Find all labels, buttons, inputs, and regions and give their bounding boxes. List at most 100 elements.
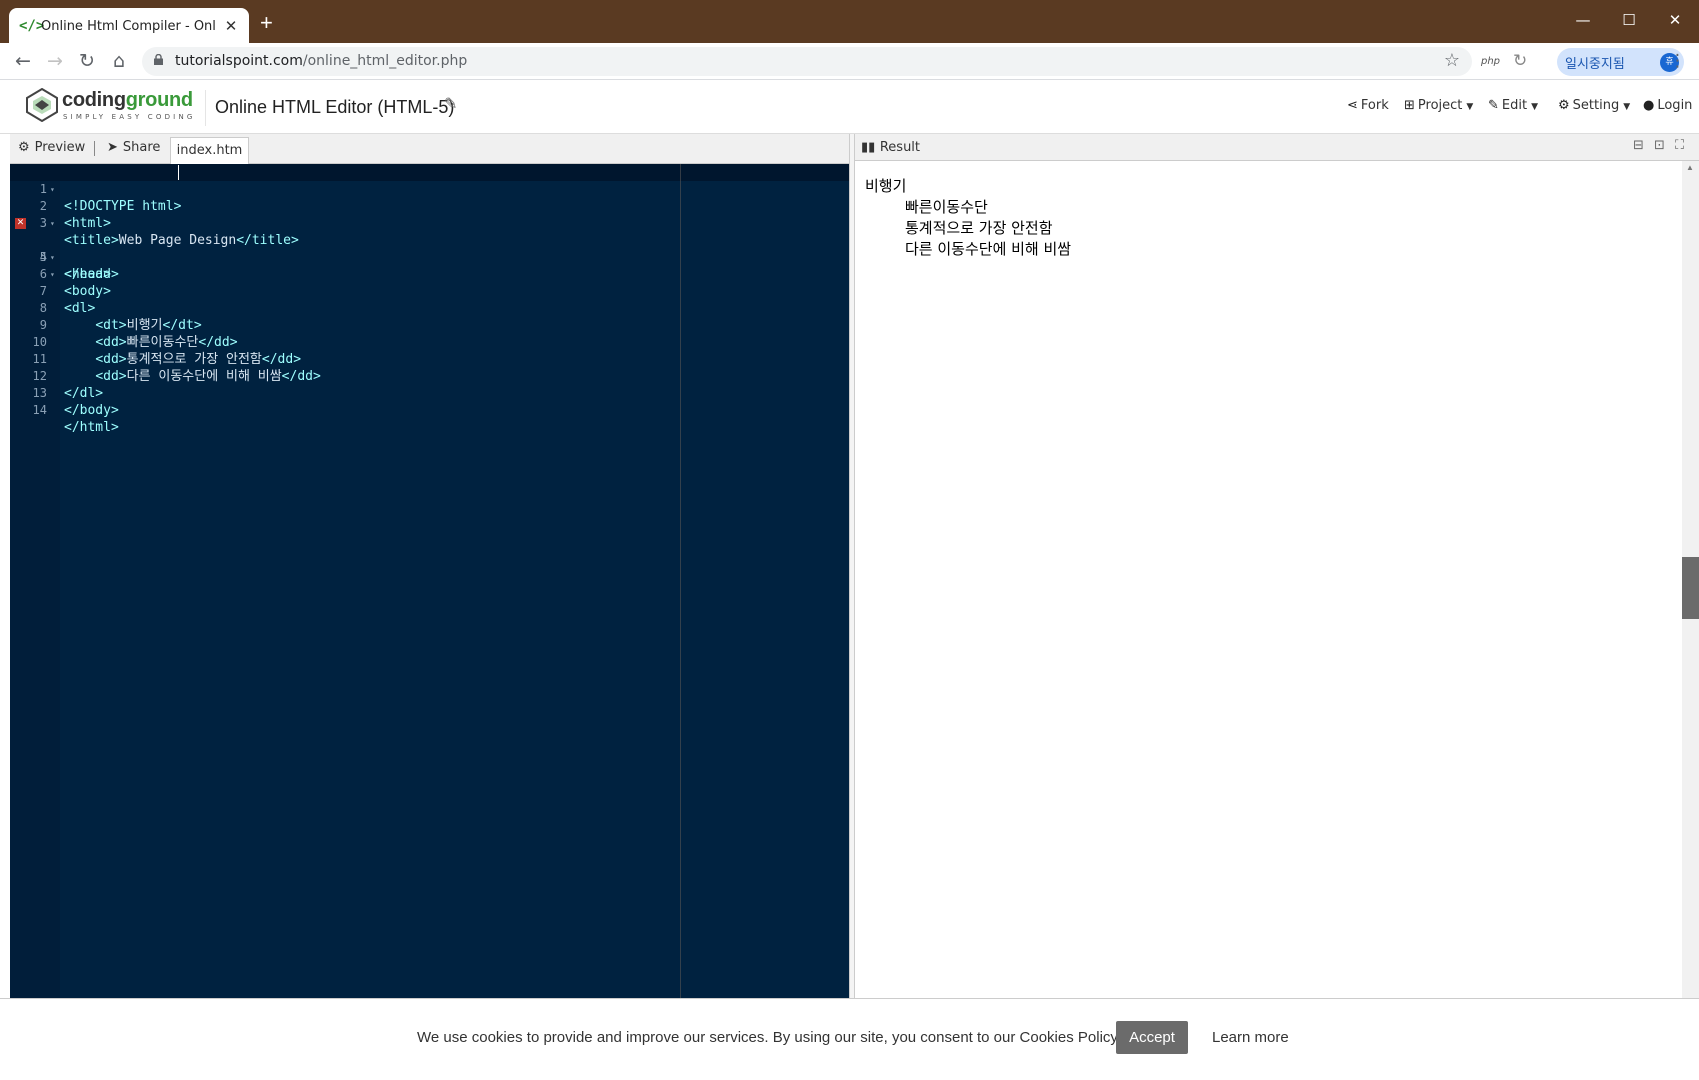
line-number: 14 bbox=[32, 403, 47, 417]
back-icon[interactable]: ← bbox=[10, 48, 36, 74]
login-button[interactable]: ● Login bbox=[1643, 98, 1692, 113]
extension-refresh-icon[interactable]: ↻ bbox=[1513, 51, 1527, 71]
url-path: /online_html_editor.php bbox=[302, 53, 468, 69]
chevron-down-icon: ▼ bbox=[1623, 102, 1631, 112]
forward-icon[interactable]: → bbox=[42, 48, 68, 74]
editor-toolbar: ⚙ Preview ➤ Share index.htm bbox=[10, 134, 850, 164]
code-line: 2 ▾ <html> bbox=[10, 181, 850, 231]
url-text: tutorialspoint.com/online_html_editor.ph… bbox=[175, 53, 467, 69]
profile-button[interactable]: 일시중지됨 휴 bbox=[1557, 48, 1684, 76]
result-output: 비행기 빠른이동수단 통계적으로 가장 안전함 다른 이동수단에 비해 비쌈 bbox=[865, 176, 1071, 260]
tab-close-icon[interactable]: ✕ bbox=[223, 17, 239, 35]
lock-icon bbox=[154, 54, 163, 65]
address-bar[interactable]: tutorialspoint.com/online_html_editor.ph… bbox=[142, 47, 1472, 76]
new-tab-button[interactable]: + bbox=[260, 12, 273, 34]
fullscreen-icon[interactable]: ⛶ bbox=[1675, 138, 1684, 153]
edit-title-icon[interactable]: ✎ bbox=[444, 94, 457, 113]
result-header: ▮▮ Result ⊟ ⊡ ⛶ bbox=[855, 134, 1699, 161]
home-icon[interactable]: ⌂ bbox=[106, 48, 132, 74]
chevron-down-icon: ▼ bbox=[1466, 102, 1474, 112]
browser-toolbar: ← → ↻ ⌂ tutorialspoint.com/online_html_e… bbox=[0, 43, 1699, 80]
code-text: </html> bbox=[64, 420, 119, 435]
profile-status: 일시중지됨 bbox=[1565, 57, 1625, 72]
text-cursor bbox=[178, 165, 179, 180]
code-line: 13 </body> bbox=[10, 368, 850, 418]
project-menu[interactable]: ⊞ Project ▼ bbox=[1404, 98, 1473, 113]
setting-menu[interactable]: ⚙ Setting ▼ bbox=[1558, 98, 1630, 113]
site-header: codingground SIMPLY EASY CODING Online H… bbox=[0, 80, 1699, 134]
php-extension-icon[interactable]: php bbox=[1481, 56, 1500, 67]
bar-chart-icon: ▮▮ bbox=[861, 140, 880, 155]
logo-tagline: SIMPLY EASY CODING bbox=[63, 113, 196, 121]
compress-icon[interactable]: ⊟ bbox=[1633, 138, 1644, 153]
gear-icon: ⚙ bbox=[1558, 98, 1570, 113]
share-icon: ➤ bbox=[107, 140, 118, 155]
sitemap-icon: ⊞ bbox=[1404, 98, 1415, 113]
bookmark-star-icon[interactable]: ☆ bbox=[1444, 50, 1460, 71]
editor-pane: ⚙ Preview ➤ Share index.htm 1 <!DOCTYPE ht… bbox=[10, 134, 850, 998]
code-line: ✕ 4 ▾ <head> bbox=[10, 215, 850, 282]
gears-icon: ⚙ bbox=[18, 140, 30, 155]
file-tab-index[interactable]: index.htm bbox=[170, 137, 249, 164]
code-line: 8 <dt>비행기</dt> bbox=[10, 283, 850, 333]
definition-term: 비행기 bbox=[865, 177, 907, 195]
code-line: 14 </html> bbox=[10, 385, 850, 435]
logo-text[interactable]: codingground bbox=[62, 89, 193, 112]
restore-icon[interactable]: ⊡ bbox=[1654, 138, 1665, 153]
fold-arrow-icon[interactable]: ▾ bbox=[50, 249, 55, 266]
code-text: </body> bbox=[64, 403, 119, 418]
minimize-icon[interactable]: — bbox=[1563, 6, 1603, 34]
fork-icon: ⋖ bbox=[1347, 98, 1358, 113]
code-line: 7 ▾ <dl> bbox=[10, 266, 850, 316]
accept-button[interactable]: Accept bbox=[1116, 1021, 1188, 1054]
fork-button[interactable]: ⋖ Fork bbox=[1347, 98, 1389, 113]
logo-prefix: coding bbox=[62, 89, 126, 111]
fold-arrow-icon[interactable]: ▾ bbox=[50, 266, 55, 283]
result-title: ▮▮ Result bbox=[861, 140, 920, 155]
scroll-up-icon[interactable]: ▲ bbox=[1686, 163, 1694, 172]
browser-title-bar: </> Online Html Compiler - Online H ✕ + … bbox=[0, 0, 1699, 44]
close-window-icon[interactable]: ✕ bbox=[1655, 6, 1695, 34]
code-line: 5 </head> bbox=[10, 232, 850, 282]
header-divider bbox=[205, 90, 206, 126]
maximize-icon[interactable]: ☐ bbox=[1609, 6, 1649, 34]
learn-more-link[interactable]: Learn more bbox=[1212, 1029, 1289, 1046]
tab-title: Online Html Compiler - Online H bbox=[41, 18, 217, 34]
code-line: 9 <dd>빠른이동수단</dd> bbox=[10, 300, 850, 350]
definition-desc: 통계적으로 가장 안전함 bbox=[905, 219, 1053, 237]
cookie-message: We use cookies to provide and improve ou… bbox=[417, 1029, 1121, 1046]
setting-label: Setting bbox=[1572, 98, 1620, 113]
result-scrollbar[interactable]: ▲ bbox=[1682, 161, 1699, 998]
edit-menu[interactable]: ✎ Edit ▼ bbox=[1488, 98, 1538, 113]
code-line: 10 <dd>통계적으로 가장 안전함</dd> bbox=[10, 317, 850, 367]
project-label: Project bbox=[1417, 98, 1463, 113]
preview-button[interactable]: ⚙ Preview bbox=[18, 140, 85, 155]
definition-desc: 빠른이동수단 bbox=[905, 198, 988, 216]
reload-icon[interactable]: ↻ bbox=[74, 48, 100, 74]
share-label: Share bbox=[122, 140, 161, 155]
code-line: 12 </dl> bbox=[10, 351, 850, 401]
preview-label: Preview bbox=[34, 140, 86, 155]
browser-tab[interactable]: </> Online Html Compiler - Online H ✕ bbox=[9, 8, 249, 44]
fold-arrow-icon[interactable]: ▾ bbox=[50, 181, 55, 198]
page-title: Online HTML Editor (HTML-5) bbox=[215, 97, 455, 117]
user-icon: ● bbox=[1643, 98, 1655, 113]
scrollbar-thumb[interactable] bbox=[1682, 557, 1699, 619]
code-line: 1 <!DOCTYPE html> bbox=[10, 164, 850, 214]
error-icon[interactable]: ✕ bbox=[15, 218, 26, 229]
toolbar-divider bbox=[94, 141, 95, 156]
share-button[interactable]: ➤ Share bbox=[107, 140, 160, 155]
cookie-banner: We use cookies to provide and improve ou… bbox=[0, 998, 1699, 1080]
result-pane: ▮▮ Result ⊟ ⊡ ⛶ 비행기 빠른이동수단 통계적으로 가장 안전함 … bbox=[855, 134, 1699, 998]
fold-arrow-icon[interactable]: ▾ bbox=[50, 215, 55, 232]
codingground-logo-icon[interactable] bbox=[25, 88, 59, 122]
edit-label: Edit bbox=[1501, 98, 1528, 113]
definition-desc: 다른 이동수단에 비해 비쌈 bbox=[905, 240, 1072, 258]
code-editor[interactable]: 1 <!DOCTYPE html> 2 ▾ <html> 3 <title>Web… bbox=[10, 164, 850, 998]
chevron-down-icon: ▼ bbox=[1531, 102, 1539, 112]
browser-menu-icon[interactable]: ⋮ bbox=[1669, 51, 1686, 71]
login-label: Login bbox=[1657, 98, 1693, 113]
code-line: 3 <title>Web Page Design</title> bbox=[10, 198, 850, 248]
code-line: 11 <dd>다른 이동수단에 비해 비쌈</dd> bbox=[10, 334, 850, 384]
fork-label: Fork bbox=[1360, 98, 1389, 113]
